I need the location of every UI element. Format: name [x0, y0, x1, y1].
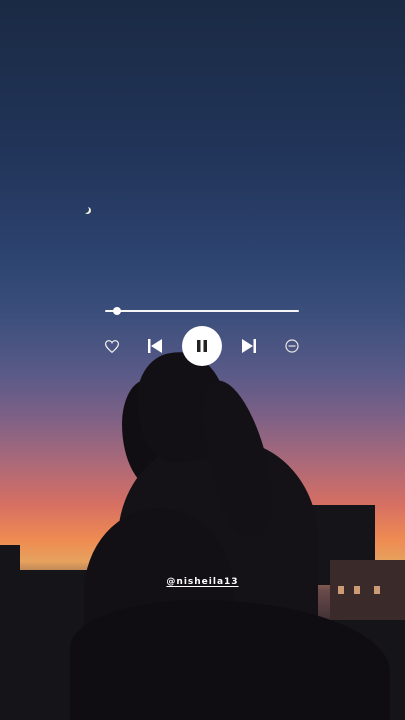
skip-previous-icon[interactable]: [145, 336, 165, 356]
creator-credit: @nisheila13: [0, 571, 405, 589]
pause-icon: [197, 340, 207, 352]
heart-icon[interactable]: [103, 337, 121, 355]
progress-knob[interactable]: [112, 307, 121, 315]
progress-bar[interactable]: [105, 307, 299, 315]
pause-button[interactable]: [182, 326, 222, 366]
skip-next-icon[interactable]: [239, 336, 259, 356]
creator-handle[interactable]: @nisheila13: [166, 577, 238, 587]
minus-circle-icon[interactable]: [283, 337, 301, 355]
